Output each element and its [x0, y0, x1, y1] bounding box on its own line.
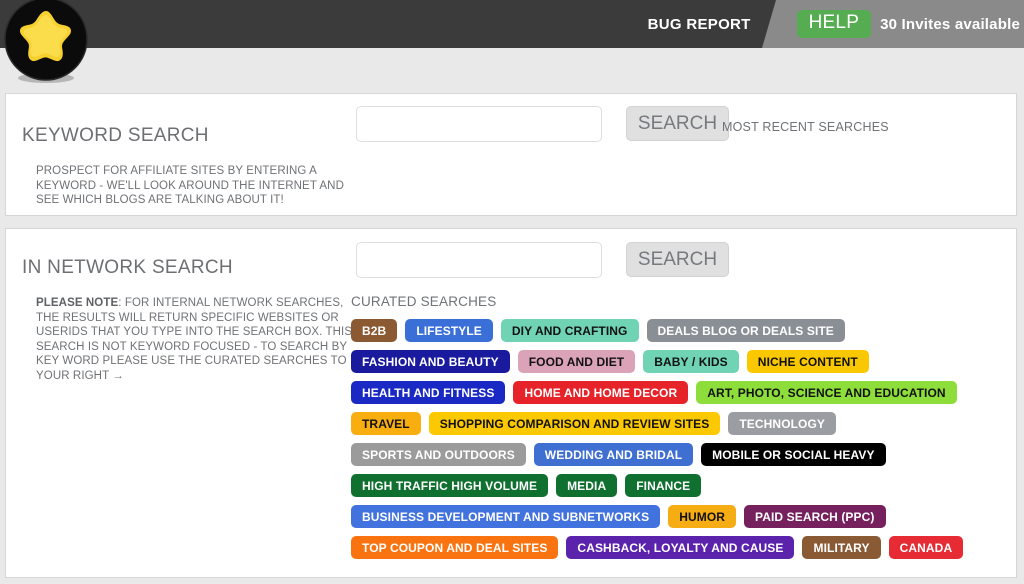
- curated-tag-row: HEALTH AND FITNESS HOME AND HOME DECOR ART…: [351, 381, 1006, 404]
- in-network-search-button[interactable]: SEARCH: [626, 242, 729, 277]
- curated-tag[interactable]: PAID SEARCH (PPC): [744, 505, 886, 528]
- curated-tag[interactable]: TRAVEL: [351, 412, 421, 435]
- curated-tag[interactable]: HUMOR: [668, 505, 737, 528]
- curated-tag[interactable]: NICHE CONTENT: [746, 350, 869, 373]
- invites-available-label: 30 Invites available: [880, 15, 1020, 33]
- in-network-search-title: IN NETWORK SEARCH: [22, 257, 233, 278]
- help-button[interactable]: HELP: [796, 10, 872, 38]
- curated-tag[interactable]: MILITARY: [802, 536, 881, 559]
- please-note-lead: PLEASE NOTE: [36, 297, 119, 309]
- curated-tag-row: TRAVEL SHOPPING COMPARISON AND REVIEW SIT…: [351, 412, 1006, 435]
- curated-tag-row: BUSINESS DEVELOPMENT AND SUBNETWORKS HUMO…: [351, 505, 1006, 528]
- curated-tag[interactable]: WEDDING AND BRIDAL: [533, 443, 694, 466]
- please-note-body: : FOR INTERNAL NETWORK SEARCHES, THE RES…: [36, 297, 353, 382]
- curated-searches-tag-list: B2B LIFESTYLE DIY AND CRAFTING DEALS BLOG O…: [351, 319, 1006, 567]
- curated-tag[interactable]: CASHBACK, LOYALTY AND CAUSE: [566, 536, 795, 559]
- curated-tag[interactable]: TECHNOLOGY: [728, 412, 837, 435]
- curated-tag-row: TOP COUPON AND DEAL SITES CASHBACK, LOYAL…: [351, 536, 1006, 559]
- curated-tag-row: B2B LIFESTYLE DIY AND CRAFTING DEALS BLOG O…: [351, 319, 1006, 342]
- curated-tag[interactable]: FOOD AND DIET: [517, 350, 636, 373]
- curated-tag[interactable]: SHOPPING COMPARISON AND REVIEW SITES: [428, 412, 721, 435]
- curated-tag[interactable]: ART, PHOTO, SCIENCE AND EDUCATION: [696, 381, 957, 404]
- curated-tag[interactable]: HEALTH AND FITNESS: [351, 381, 506, 404]
- keyword-search-title: KEYWORD SEARCH: [22, 125, 209, 146]
- star-badge-icon[interactable]: [2, 0, 90, 84]
- curated-tag[interactable]: LIFESTYLE: [405, 319, 493, 342]
- curated-searches-label: CURATED SEARCHES: [351, 294, 497, 309]
- curated-tag[interactable]: DIY AND CRAFTING: [500, 319, 639, 342]
- most-recent-searches-label: MOST RECENT SEARCHES: [722, 120, 889, 134]
- curated-tag[interactable]: FASHION AND BEAUTY: [351, 350, 510, 373]
- curated-tag[interactable]: MOBILE OR SOCIAL HEAVY: [701, 443, 886, 466]
- curated-tag[interactable]: BABY / KIDS: [643, 350, 739, 373]
- curated-tag[interactable]: SPORTS AND OUTDOORS: [351, 443, 526, 466]
- curated-tag[interactable]: BUSINESS DEVELOPMENT AND SUBNETWORKS: [351, 505, 661, 528]
- in-network-search-panel: IN NETWORK SEARCH PLEASE NOTE: FOR INTER…: [5, 228, 1017, 578]
- bug-report-link[interactable]: BUG REPORT: [648, 16, 751, 33]
- curated-tag[interactable]: HOME AND HOME DECOR: [513, 381, 689, 404]
- in-network-search-note: PLEASE NOTE: FOR INTERNAL NETWORK SEARCH…: [36, 296, 362, 383]
- keyword-search-panel: KEYWORD SEARCH PROSPECT FOR AFFILIATE SI…: [5, 93, 1017, 216]
- curated-tag-row: FASHION AND BEAUTY FOOD AND DIET BABY / KI…: [351, 350, 1006, 373]
- curated-tag[interactable]: FINANCE: [625, 474, 702, 497]
- top-header-bar: BUG REPORT HELP 30 Invites available: [0, 0, 1024, 48]
- curated-tag-row: SPORTS AND OUTDOORS WEDDING AND BRIDAL MOB…: [351, 443, 1006, 466]
- curated-tag[interactable]: CANADA: [888, 536, 964, 559]
- curated-tag[interactable]: DEALS BLOG OR DEALS SITE: [646, 319, 845, 342]
- keyword-search-button[interactable]: SEARCH: [626, 106, 729, 141]
- curated-tag[interactable]: B2B: [351, 319, 398, 342]
- curated-tag[interactable]: MEDIA: [556, 474, 618, 497]
- header-actions: BUG REPORT HELP 30 Invites available: [648, 0, 1024, 48]
- keyword-search-description: PROSPECT FOR AFFILIATE SITES BY ENTERING…: [36, 165, 344, 206]
- keyword-search-input[interactable]: [356, 106, 602, 142]
- curated-tag[interactable]: TOP COUPON AND DEAL SITES: [351, 536, 559, 559]
- curated-tag-row: HIGH TRAFFIC HIGH VOLUME MEDIA FINANCE: [351, 474, 1006, 497]
- curated-tag[interactable]: HIGH TRAFFIC HIGH VOLUME: [351, 474, 549, 497]
- in-network-search-input[interactable]: [356, 242, 602, 278]
